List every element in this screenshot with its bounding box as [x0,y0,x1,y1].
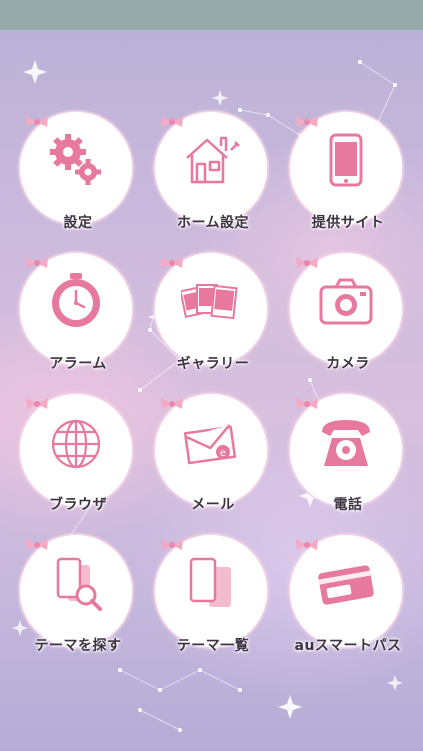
app-label: ブラウザ [49,497,107,513]
app-label: auスマートパス [294,638,402,654]
telephone-icon [322,420,370,466]
app-label: メール [191,497,235,513]
app-label: ギャラリー [176,356,250,372]
svg-text:e: e [220,448,226,459]
theme-search-icon [56,557,102,611]
app-provided-sites[interactable]: 提供サイト [288,112,408,252]
app-gallery[interactable]: ギャラリー [153,253,273,393]
theme-list-icon [189,557,231,607]
app-mail[interactable]: e メール [153,394,273,534]
ribbon-bow-icon [161,116,183,127]
house-icon [186,136,240,184]
ribbon-bow-icon [161,398,183,409]
ribbon-bow-icon [26,539,48,550]
app-theme-list[interactable]: テーマ一覧 [153,535,273,675]
photos-icon [181,284,238,320]
ribbon-bow-icon [296,257,318,268]
app-settings[interactable]: 設定 [18,112,138,252]
app-browser[interactable]: ブラウザ [18,394,138,534]
app-alarm[interactable]: アラーム [18,253,138,393]
app-label: テーマを探す [34,638,122,654]
ribbon-bow-icon [161,539,183,550]
ribbon-bow-icon [296,398,318,409]
app-home-settings[interactable]: ホーム設定 [153,112,273,252]
app-label: ホーム設定 [176,215,250,231]
app-phone[interactable]: 電話 [288,394,408,534]
app-label: カメラ [326,356,370,372]
ribbon-bow-icon [26,257,48,268]
ribbon-bow-icon [26,116,48,127]
globe-icon [51,419,101,469]
ribbon-bow-icon [161,257,183,268]
alarm-clock-icon [52,273,100,327]
app-label: 提供サイト [311,215,385,231]
smartphone-icon [329,133,363,187]
app-label: テーマ一覧 [176,638,250,654]
ribbon-bow-icon [26,398,48,409]
app-label: 電話 [333,497,363,513]
envelope-icon: e [183,424,237,465]
app-label: 設定 [63,215,93,231]
pass-card-icon [318,565,374,605]
status-bar [0,0,423,30]
app-camera[interactable]: カメラ [288,253,408,393]
camera-icon [319,278,373,325]
ribbon-bow-icon [296,539,318,550]
app-label: アラーム [49,356,107,372]
ribbon-bow-icon [296,116,318,127]
app-search-themes[interactable]: テーマを探す [18,535,138,675]
gears-icon [50,134,101,185]
app-au-smart-pass[interactable]: auスマートパス [288,535,408,675]
